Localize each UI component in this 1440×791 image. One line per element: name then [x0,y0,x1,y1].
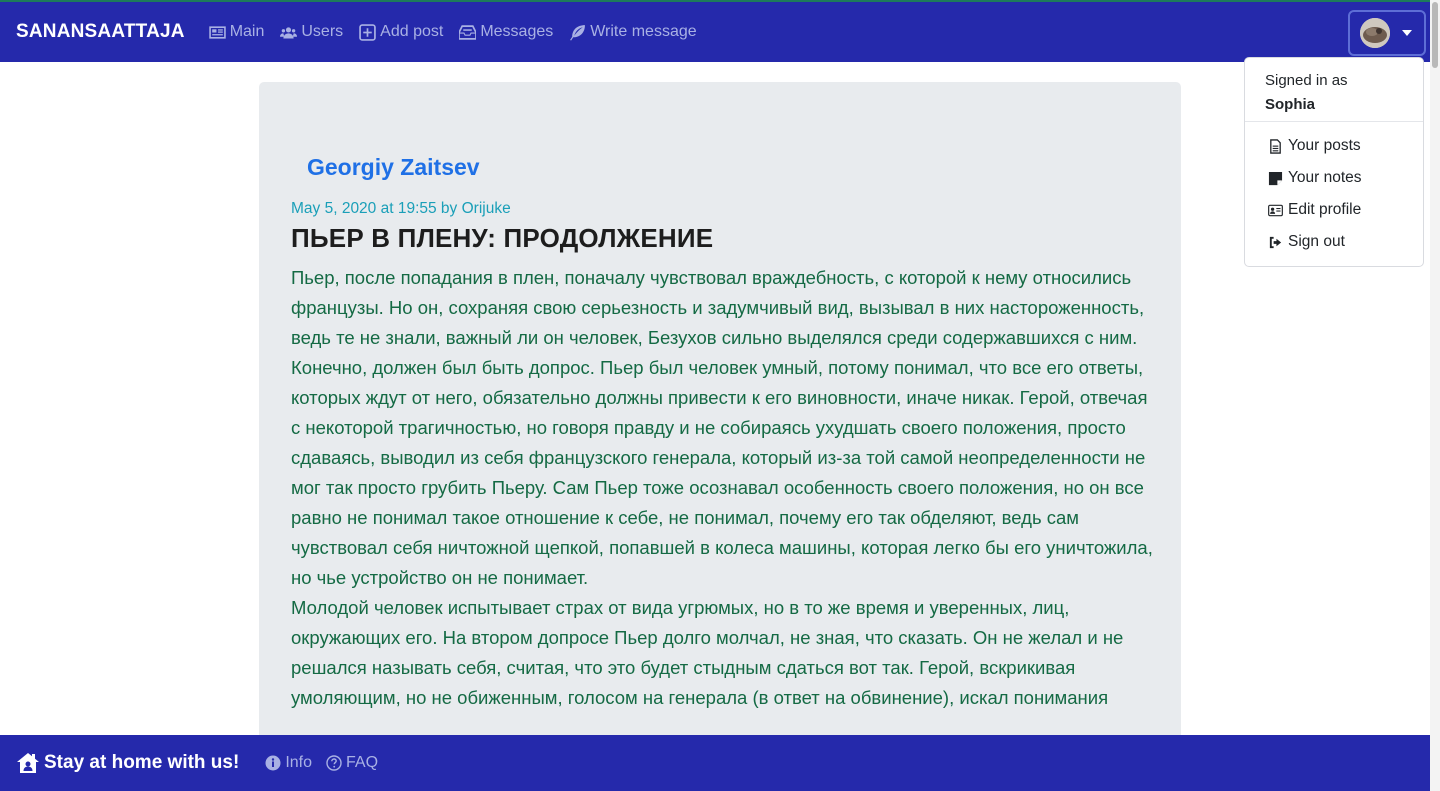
nav-messages[interactable]: Messages [459,23,553,41]
brand-logo[interactable]: SANANSAATTAJA [16,21,185,43]
menu-item-label: Sign out [1288,233,1345,250]
nav-main-label: Main [229,23,265,40]
users-icon [280,26,298,38]
top-navbar: SANANSAATTAJA Main Users Add post Messag… [0,0,1440,62]
user-avatar [1360,18,1390,48]
house-user-icon [17,753,39,773]
footer-brand-label: Stay at home with us! [44,752,240,773]
post-body: Пьер, после попадания в плен, поначалу ч… [291,263,1157,713]
footer-link-info[interactable]: Info [265,754,312,772]
menu-item-sign-out[interactable]: Sign out [1245,226,1423,258]
post-card: Georgiy Zaitsev May 5, 2020 at 19:55 by … [259,82,1181,782]
nav-main[interactable]: Main [208,23,265,41]
nav-users-label: Users [301,23,344,40]
signed-in-username: Sophia [1265,96,1316,113]
footer-link-label: Info [285,754,312,771]
footer-bar: Stay at home with us! Info FAQ [0,735,1440,791]
nav-messages-label: Messages [480,23,554,40]
menu-item-label: Your notes [1288,169,1362,186]
nav-write-message[interactable]: Write message [569,23,697,41]
inbox-icon [459,24,477,40]
signed-in-header: Signed in as Sophia [1245,58,1423,122]
footer-brand[interactable]: Stay at home with us! [17,752,239,774]
user-menu-toggle[interactable] [1348,10,1426,56]
feather-icon [570,24,586,40]
newspaper-icon [208,25,226,39]
id-card-icon [1268,204,1283,216]
post-title: ПЬЕР В ПЛЕНУ: ПРОДОЛЖЕНИЕ [291,223,714,253]
plus-square-icon [359,23,376,41]
sign-out-icon [1269,236,1282,248]
post-paragraph: Молодой человек испытывает страх от вида… [291,597,1124,708]
menu-item-your-notes[interactable]: Your notes [1245,162,1423,194]
user-dropdown-menu: Signed in as Sophia Your posts Your note… [1244,57,1424,267]
info-circle-icon [265,755,281,771]
menu-item-edit-profile[interactable]: Edit profile [1245,194,1423,226]
page-scrollbar[interactable] [1430,0,1440,791]
nav-users[interactable]: Users [280,23,343,41]
nav-add-post-label: Add post [380,23,444,40]
chevron-down-icon [1402,30,1412,36]
scrollbar-thumb[interactable] [1432,2,1438,68]
sticky-note-icon [1268,171,1283,185]
signed-in-label: Signed in as [1265,72,1348,89]
file-icon [1270,138,1281,154]
menu-item-label: Your posts [1288,137,1361,154]
footer-link-label: FAQ [346,754,379,771]
menu-item-label: Edit profile [1288,201,1362,218]
post-author[interactable]: Georgiy Zaitsev [307,154,480,181]
main-nav: Main Users Add post Messages Write messa… [208,23,713,41]
post-meta: May 5, 2020 at 19:55 by Orijuke [291,200,511,217]
question-circle-icon [326,755,342,771]
post-paragraph: Пьер, после попадания в плен, поначалу ч… [291,267,1153,588]
nav-add-post[interactable]: Add post [359,23,443,41]
nav-write-message-label: Write message [590,23,697,40]
footer-link-faq[interactable]: FAQ [326,754,378,772]
menu-item-your-posts[interactable]: Your posts [1245,130,1423,162]
